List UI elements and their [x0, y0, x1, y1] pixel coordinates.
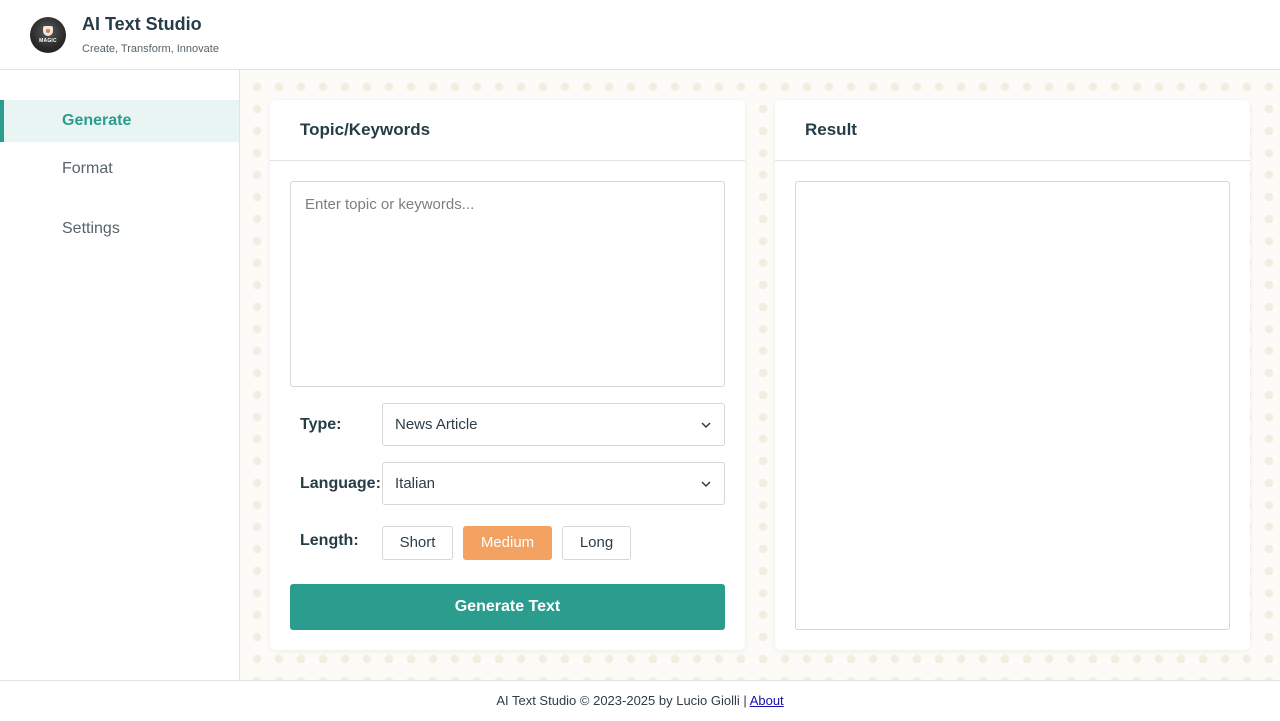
length-short-button[interactable]: Short [382, 526, 453, 560]
length-long-button[interactable]: Long [562, 526, 631, 560]
app-subtitle: Create, Transform, Innovate [82, 43, 219, 55]
app-header: MAGIC AI Text Studio Create, Transform, … [0, 0, 1280, 70]
generate-text-button[interactable]: Generate Text [290, 584, 725, 630]
sidebar: Generate Format Settings [0, 70, 240, 680]
type-select[interactable]: News Article [382, 403, 725, 446]
logo-text: MAGIC [39, 38, 57, 44]
result-card: Result [775, 100, 1250, 650]
length-medium-button[interactable]: Medium [463, 526, 552, 560]
chevron-down-icon [701, 481, 711, 488]
wizard-hat-icon [43, 26, 53, 36]
sidebar-item-generate[interactable]: Generate [0, 100, 239, 142]
footer: AI Text Studio © 2023-2025 by Lucio Giol… [0, 680, 1280, 721]
topic-input[interactable] [290, 181, 725, 387]
chevron-down-icon [701, 422, 711, 429]
about-link[interactable]: About [750, 693, 784, 708]
generate-card-title: Topic/Keywords [270, 100, 745, 161]
language-select-value: Italian [395, 475, 436, 492]
generate-card: Topic/Keywords Type: News Article Langua… [270, 100, 745, 650]
result-card-title: Result [775, 100, 1250, 161]
length-label: Length: [300, 532, 359, 549]
language-select[interactable]: Italian [382, 462, 725, 505]
main-content: Topic/Keywords Type: News Article Langua… [240, 70, 1280, 680]
sidebar-item-format[interactable]: Format [0, 148, 239, 190]
type-label: Type: [300, 416, 342, 433]
language-label: Language: [300, 475, 381, 492]
sidebar-item-settings[interactable]: Settings [0, 208, 239, 250]
app-title: AI Text Studio [82, 14, 202, 34]
result-output[interactable] [795, 181, 1230, 630]
footer-text: AI Text Studio © 2023-2025 by Lucio Giol… [496, 693, 750, 708]
app-logo: MAGIC [30, 17, 66, 53]
type-select-value: News Article [395, 416, 478, 433]
